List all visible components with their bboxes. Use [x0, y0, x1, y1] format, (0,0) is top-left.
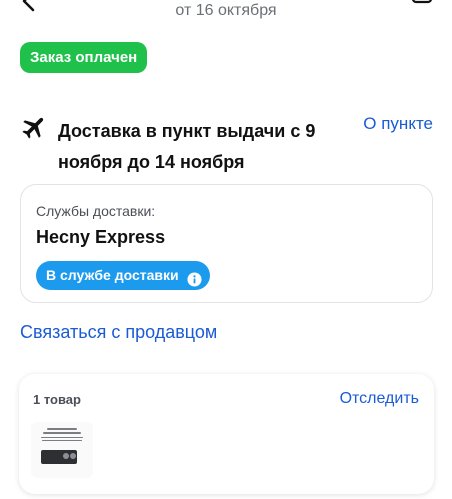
- airplane-icon: [20, 113, 48, 141]
- order-date: от 16 октября: [175, 2, 277, 19]
- product-thumbnail[interactable]: [31, 422, 93, 478]
- status-badge: Заказ оплачен: [20, 42, 148, 73]
- share-button[interactable]: [410, 0, 434, 10]
- delivery-service-label: Службы доставки:: [36, 203, 156, 219]
- delivery-service-name: Hecny Express: [36, 227, 166, 247]
- delivery-title: Доставка в пункт выдачи с 9 ноября до 14…: [58, 121, 316, 172]
- items-count: 1 товар: [33, 392, 81, 407]
- delivery-status-chip-label: В службе доставки: [46, 267, 179, 283]
- track-button[interactable]: Отследить: [340, 390, 419, 408]
- top-bar: от 16 октября: [0, 0, 452, 26]
- order-items-card: 1 товар Отследить: [19, 374, 434, 494]
- info-icon: [187, 268, 202, 287]
- share-icon: [412, 0, 432, 4]
- delivery-status-chip[interactable]: В службе доставки: [36, 261, 210, 290]
- delivery-info: Доставка в пункт выдачи с 9 ноября до 14…: [20, 110, 440, 172]
- contact-seller-link[interactable]: Связаться с продавцом: [20, 322, 217, 343]
- delivery-service-card: Службы доставки: Hecny Express В службе …: [20, 184, 433, 303]
- pickup-point-link[interactable]: О пункте: [363, 114, 433, 134]
